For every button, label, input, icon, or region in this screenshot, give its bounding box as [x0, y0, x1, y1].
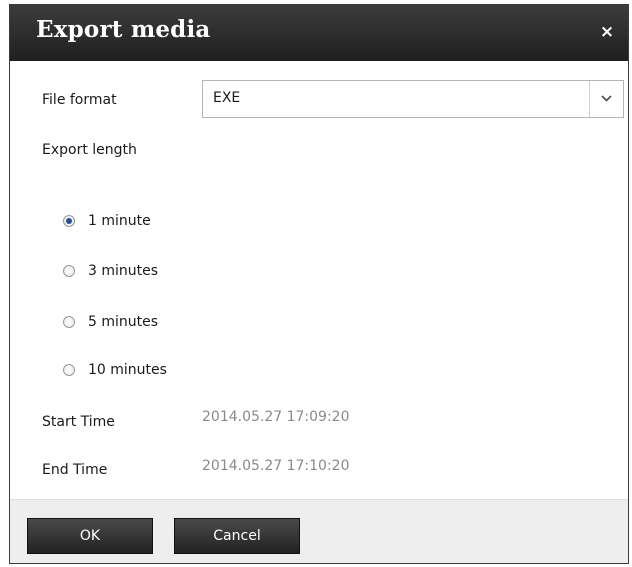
start-time-label: Start Time [42, 414, 115, 430]
file-format-label: File format [42, 92, 117, 108]
dialog-titlebar: Export media × [10, 5, 628, 61]
radio-button[interactable] [63, 364, 75, 376]
dropdown-toggle[interactable] [589, 81, 623, 117]
radio-button[interactable] [63, 215, 75, 227]
radio-label: 3 minutes [88, 263, 159, 279]
chevron-down-icon [601, 95, 612, 102]
close-icon[interactable]: × [598, 23, 616, 41]
end-time-value: 2014.05.27 17:10:20 [202, 458, 350, 474]
export-media-dialog: Export media × File format EXE Export le… [9, 4, 629, 564]
cancel-button[interactable]: Cancel [174, 518, 300, 554]
export-length-label: Export length [42, 142, 137, 158]
radio-label: 1 minute [88, 213, 151, 229]
radio-button[interactable] [63, 265, 75, 277]
radio-label: 10 minutes [88, 362, 167, 378]
ok-button[interactable]: OK [27, 518, 153, 554]
file-format-value: EXE [213, 90, 241, 106]
file-format-select[interactable]: EXE [202, 80, 624, 118]
radio-button[interactable] [63, 316, 75, 328]
end-time-label: End Time [42, 462, 108, 478]
dialog-title: Export media [36, 16, 211, 43]
radio-label: 5 minutes [88, 314, 159, 330]
start-time-value: 2014.05.27 17:09:20 [202, 409, 350, 425]
dialog-footer: OK Cancel [10, 499, 628, 563]
